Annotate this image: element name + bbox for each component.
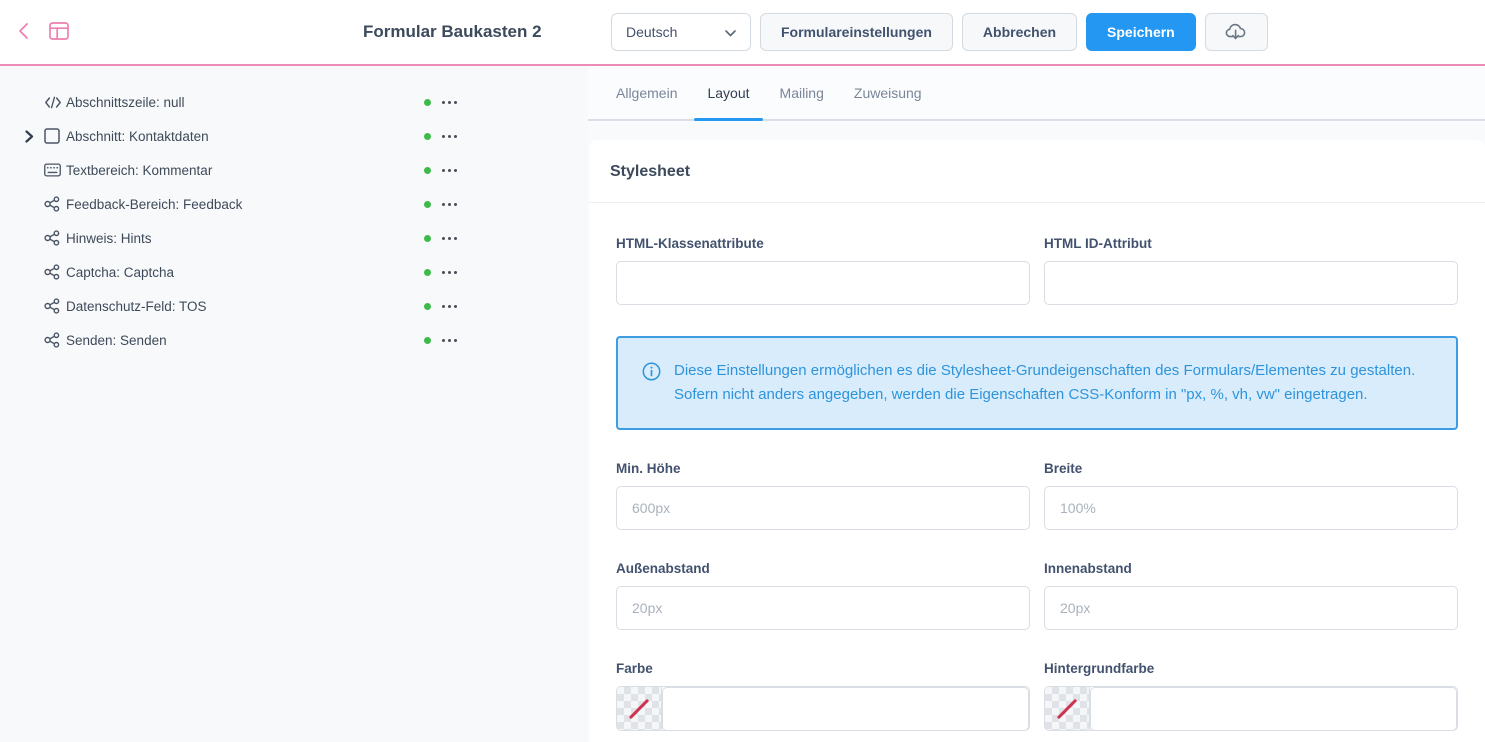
status-dot bbox=[424, 201, 431, 208]
sidebar-item-feedback-bereich[interactable]: Feedback-Bereich: Feedback bbox=[0, 187, 588, 221]
margin-input[interactable] bbox=[616, 586, 1030, 630]
status-dot bbox=[424, 235, 431, 242]
code-icon bbox=[44, 95, 66, 110]
sidebar-item-label: Feedback-Bereich: Feedback bbox=[66, 197, 242, 212]
sidebar-item-label: Senden: Senden bbox=[66, 333, 167, 348]
info-text: Diese Einstellungen ermöglichen es die S… bbox=[674, 359, 1426, 407]
sidebar-item-label: Abschnitt: Kontaktdaten bbox=[66, 129, 209, 144]
sidebar-item-label: Captcha: Captcha bbox=[66, 265, 174, 280]
html-id-input[interactable] bbox=[1044, 261, 1458, 305]
share-nodes-icon bbox=[44, 332, 66, 348]
header: Formular Baukasten 2 Deutsch Formularein… bbox=[0, 0, 1485, 66]
chevron-left-icon bbox=[16, 22, 32, 43]
sidebar-item-abschnitt[interactable]: Abschnitt: Kontaktdaten bbox=[0, 119, 588, 153]
save-button[interactable]: Speichern bbox=[1086, 13, 1196, 51]
html-class-label: HTML-Klassenattribute bbox=[616, 236, 1030, 251]
field-padding: Innenabstand bbox=[1044, 561, 1458, 630]
item-menu-button[interactable] bbox=[440, 301, 459, 312]
background-color-input[interactable] bbox=[1090, 687, 1457, 731]
share-nodes-icon bbox=[44, 230, 66, 246]
field-html-class: HTML-Klassenattribute bbox=[616, 236, 1030, 305]
language-select-value: Deutsch bbox=[626, 24, 677, 40]
language-select[interactable]: Deutsch bbox=[611, 13, 751, 51]
field-width: Breite bbox=[1044, 461, 1458, 530]
stylesheet-card: Stylesheet HTML-Klassenattribute HTML ID… bbox=[589, 140, 1485, 742]
tab-bar: Allgemein Layout Mailing Zuweisung bbox=[588, 66, 1485, 121]
share-nodes-icon bbox=[44, 196, 66, 212]
expand-chevron-icon[interactable] bbox=[25, 130, 44, 143]
sidebar-item-hinweis[interactable]: Hinweis: Hints bbox=[0, 221, 588, 255]
status-dot bbox=[424, 269, 431, 276]
status-dot bbox=[424, 133, 431, 140]
form-elements-sidebar: Abschnittszeile: null Abschnitt: Kontakt… bbox=[0, 66, 588, 742]
status-dot bbox=[424, 167, 431, 174]
chevron-down-icon bbox=[725, 24, 736, 40]
page-title: Formular Baukasten 2 bbox=[363, 0, 542, 64]
width-label: Breite bbox=[1044, 461, 1458, 476]
item-menu-button[interactable] bbox=[440, 233, 459, 244]
tab-zuweisung[interactable]: Zuweisung bbox=[839, 66, 937, 119]
tab-layout[interactable]: Layout bbox=[692, 66, 764, 119]
field-color: Farbe bbox=[616, 661, 1030, 731]
back-button[interactable] bbox=[14, 20, 34, 45]
cloud-download-icon bbox=[1225, 21, 1248, 44]
settings-panel: Allgemein Layout Mailing Zuweisung Style… bbox=[588, 66, 1485, 742]
sidebar-item-captcha[interactable]: Captcha: Captcha bbox=[0, 255, 588, 289]
no-color-swatch-icon[interactable] bbox=[617, 687, 662, 730]
sidebar-item-label: Datenschutz-Feld: TOS bbox=[66, 299, 207, 314]
padding-label: Innenabstand bbox=[1044, 561, 1458, 576]
item-menu-button[interactable] bbox=[440, 199, 459, 210]
item-menu-button[interactable] bbox=[440, 131, 459, 142]
color-label: Farbe bbox=[616, 661, 1030, 676]
min-height-label: Min. Höhe bbox=[616, 461, 1030, 476]
export-button[interactable] bbox=[1205, 13, 1268, 51]
status-dot bbox=[424, 99, 431, 106]
no-color-swatch-icon[interactable] bbox=[1045, 687, 1090, 730]
keyboard-icon bbox=[44, 163, 66, 177]
share-nodes-icon bbox=[44, 264, 66, 280]
field-min-height: Min. Höhe bbox=[616, 461, 1030, 530]
sidebar-item-senden[interactable]: Senden: Senden bbox=[0, 323, 588, 357]
form-settings-button[interactable]: Formulareinstellungen bbox=[760, 13, 953, 51]
status-dot bbox=[424, 303, 431, 310]
item-menu-button[interactable] bbox=[440, 267, 459, 278]
sidebar-item-label: Abschnittszeile: null bbox=[66, 95, 185, 110]
item-menu-button[interactable] bbox=[440, 335, 459, 346]
item-menu-button[interactable] bbox=[440, 165, 459, 176]
tab-allgemein[interactable]: Allgemein bbox=[601, 66, 692, 119]
margin-label: Außenabstand bbox=[616, 561, 1030, 576]
status-dot bbox=[424, 337, 431, 344]
sidebar-item-abschnittszeile[interactable]: Abschnittszeile: null bbox=[0, 85, 588, 119]
field-html-id: HTML ID-Attribut bbox=[1044, 236, 1458, 305]
background-color-label: Hintergrundfarbe bbox=[1044, 661, 1458, 676]
sidebar-item-label: Textbereich: Kommentar bbox=[66, 163, 212, 178]
item-menu-button[interactable] bbox=[440, 97, 459, 108]
html-class-input[interactable] bbox=[616, 261, 1030, 305]
layout-icon bbox=[49, 22, 69, 43]
width-input[interactable] bbox=[1044, 486, 1458, 530]
field-background-color: Hintergrundfarbe bbox=[1044, 661, 1458, 731]
sidebar-item-datenschutz-feld[interactable]: Datenschutz-Feld: TOS bbox=[0, 289, 588, 323]
section-title: Stylesheet bbox=[610, 163, 1461, 181]
tab-mailing[interactable]: Mailing bbox=[765, 66, 839, 119]
color-input[interactable] bbox=[662, 687, 1029, 731]
square-icon bbox=[44, 128, 66, 144]
info-icon bbox=[642, 362, 661, 407]
info-box: Diese Einstellungen ermöglichen es die S… bbox=[616, 336, 1458, 430]
field-margin: Außenabstand bbox=[616, 561, 1030, 630]
cancel-button[interactable]: Abbrechen bbox=[962, 13, 1077, 51]
padding-input[interactable] bbox=[1044, 586, 1458, 630]
share-nodes-icon bbox=[44, 298, 66, 314]
min-height-input[interactable] bbox=[616, 486, 1030, 530]
html-id-label: HTML ID-Attribut bbox=[1044, 236, 1458, 251]
sidebar-item-textbereich[interactable]: Textbereich: Kommentar bbox=[0, 153, 588, 187]
layout-panel-button[interactable] bbox=[47, 20, 71, 45]
sidebar-item-label: Hinweis: Hints bbox=[66, 231, 152, 246]
